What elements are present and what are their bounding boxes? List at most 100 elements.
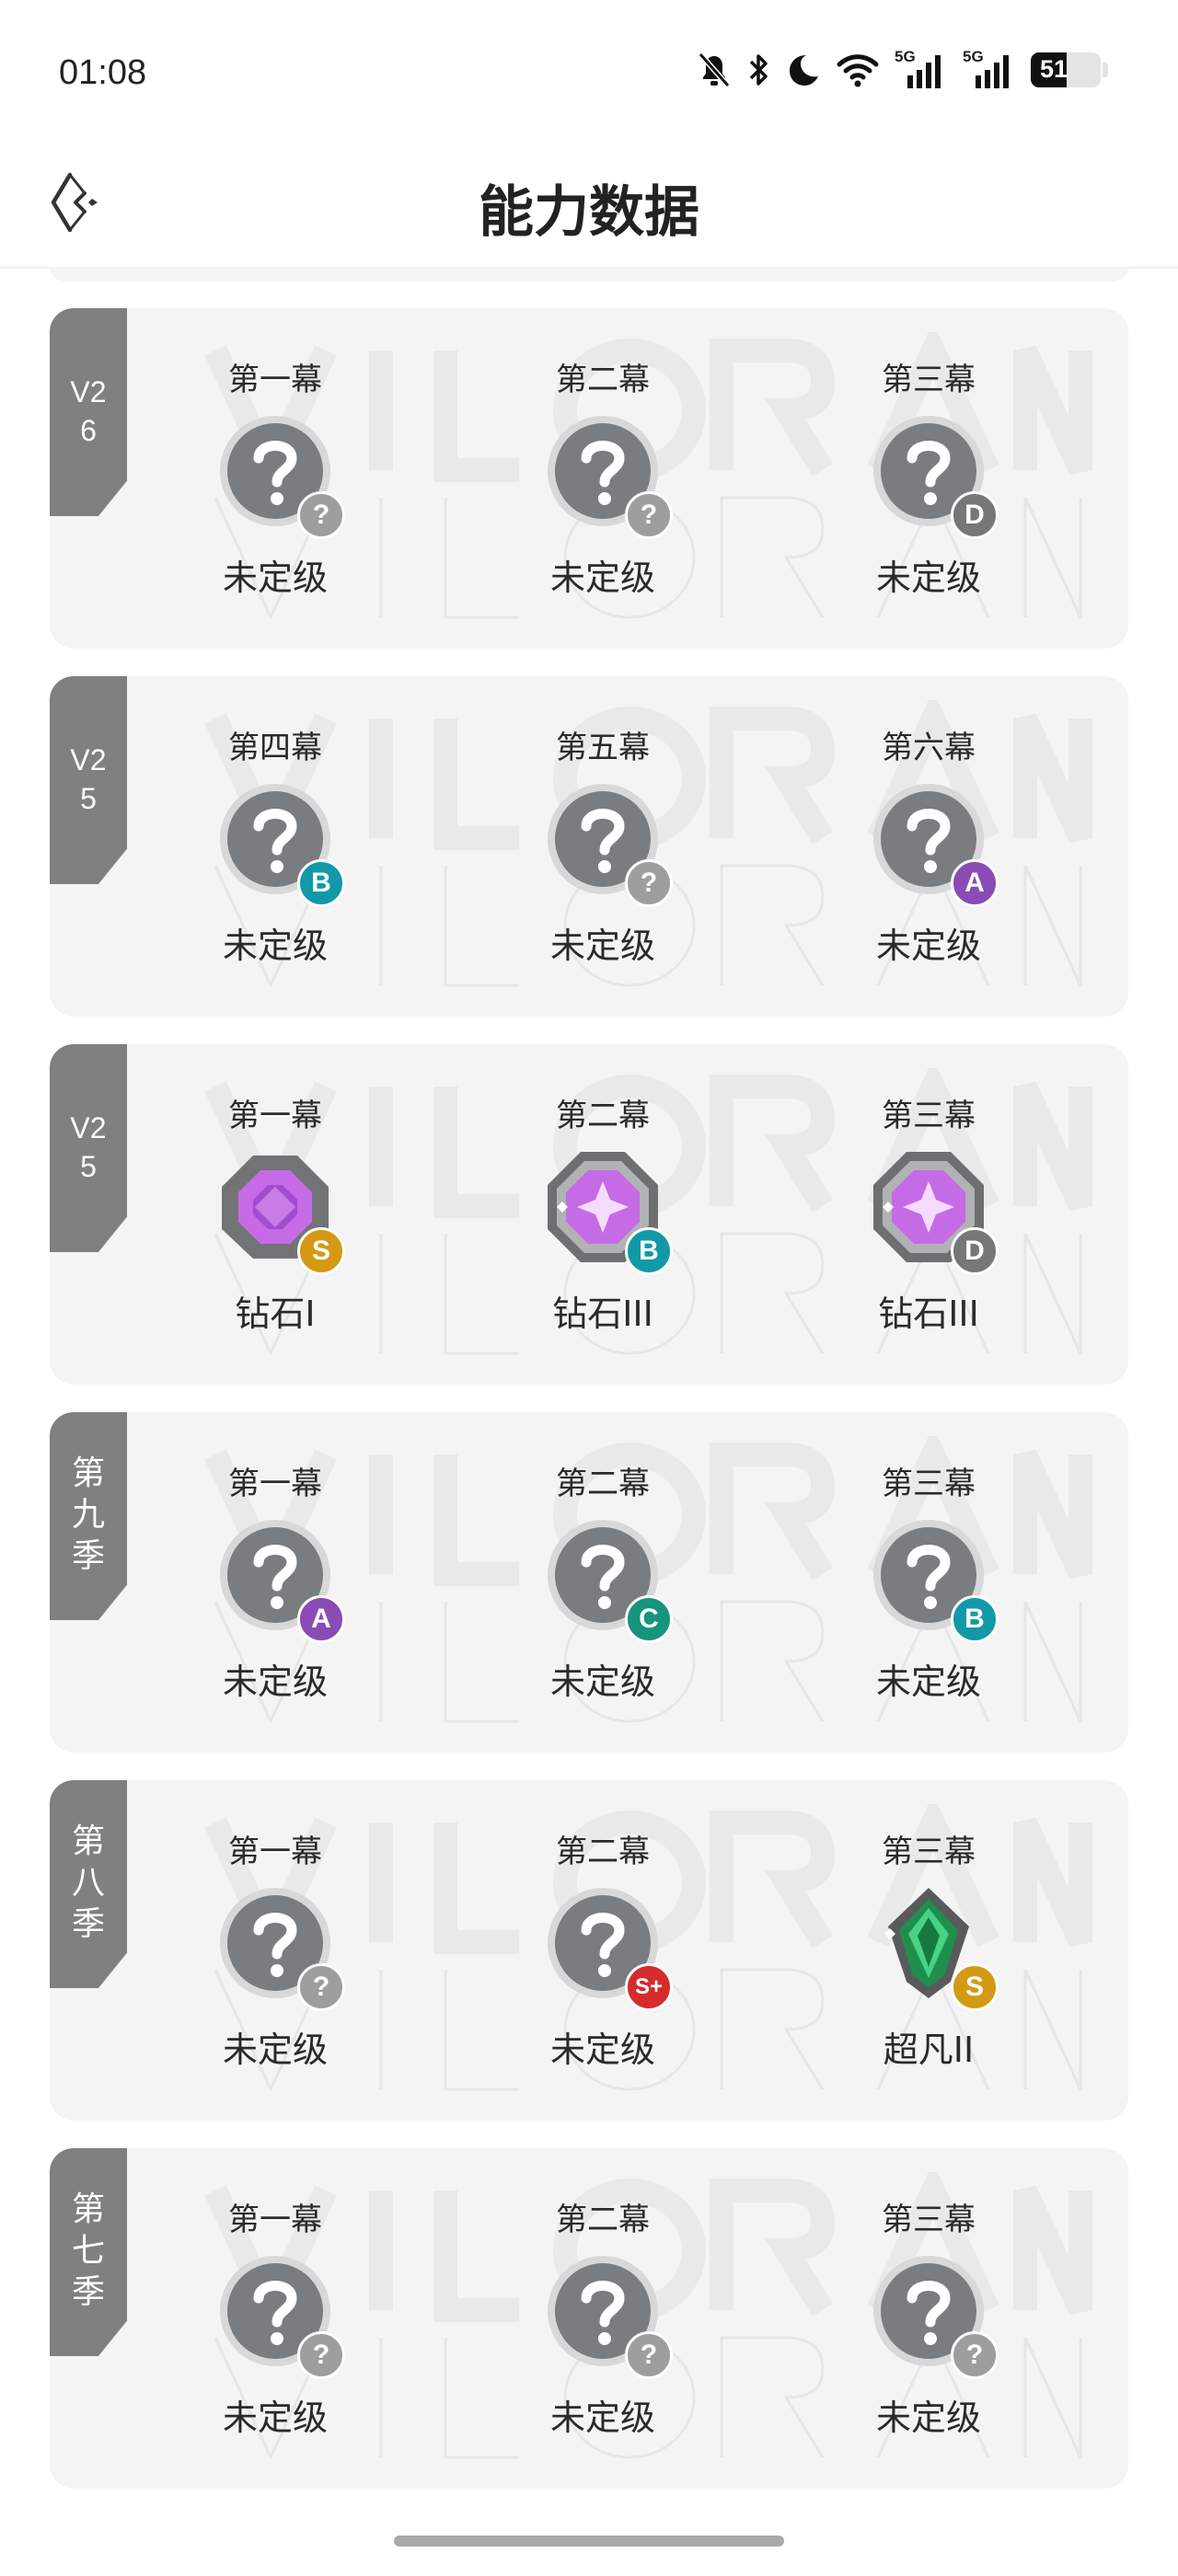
act-item[interactable]: 第五幕? 未定级 bbox=[488, 676, 718, 1017]
act-item[interactable]: 第二幕? 未定级 bbox=[488, 2148, 718, 2489]
rank-emblem: ? bbox=[218, 1886, 345, 2011]
act-item[interactable]: 第一幕? 未定级 bbox=[160, 308, 390, 649]
rank-name: 未定级 bbox=[222, 558, 328, 598]
rank-emblem: A bbox=[872, 782, 999, 907]
act-row: 第四幕 B 未定级 第五幕? 未定级 第六幕 A 未定级 bbox=[160, 676, 1128, 1017]
act-item[interactable]: 第一幕 S 钻石I bbox=[160, 1044, 390, 1385]
act-item[interactable]: 第一幕 A 未定级 bbox=[160, 1412, 390, 1753]
grade-badge: ? bbox=[297, 2331, 345, 2379]
act-name: 第三幕 bbox=[882, 1466, 976, 1502]
act-name: 第五幕 bbox=[556, 730, 650, 766]
rank-name: 未定级 bbox=[875, 926, 981, 966]
status-icons: 5G 5G 51 bbox=[696, 48, 1108, 90]
grade-badge: S+ bbox=[625, 1963, 673, 2011]
grade-badge: C bbox=[625, 1595, 673, 1643]
act-name: 第三幕 bbox=[882, 1098, 976, 1134]
rank-name: 钻石III bbox=[552, 1294, 653, 1334]
battery-level: 51 bbox=[1040, 55, 1068, 83]
act-item[interactable]: 第四幕 B 未定级 bbox=[160, 676, 390, 1017]
grade-badge: ? bbox=[297, 491, 345, 539]
rank-emblem: S bbox=[218, 1150, 345, 1275]
rank-emblem: A bbox=[218, 1518, 345, 1643]
act-name: 第一幕 bbox=[228, 1466, 322, 1502]
rank-emblem: S bbox=[872, 1886, 999, 2011]
act-item[interactable]: 第三幕 S 超凡II bbox=[814, 1780, 1044, 2121]
grade-badge: A bbox=[951, 859, 999, 907]
rank-emblem: S+ bbox=[546, 1886, 673, 2011]
rank-emblem: ? bbox=[218, 2254, 345, 2379]
season-card[interactable]: V2 5 第四幕 B 未定级 第五幕? 未定级 第六幕 A 未定级 bbox=[50, 676, 1128, 1017]
grade-badge: ? bbox=[297, 1963, 345, 2011]
rank-name: 未定级 bbox=[549, 1662, 655, 1702]
rank-name: 未定级 bbox=[875, 1662, 981, 1702]
bluetooth-icon bbox=[749, 54, 768, 86]
grade-badge: A bbox=[297, 1595, 345, 1643]
act-row: 第一幕? 未定级 第二幕? 未定级 第三幕 D 未定级 bbox=[160, 308, 1128, 649]
rank-name: 未定级 bbox=[875, 2398, 981, 2438]
season-tag: V2 5 bbox=[50, 1044, 127, 1252]
act-name: 第一幕 bbox=[228, 1098, 322, 1134]
grade-badge: S bbox=[297, 1227, 345, 1275]
season-tag: 第九季 bbox=[50, 1412, 127, 1620]
act-item[interactable]: 第二幕? 未定级 bbox=[488, 308, 718, 649]
act-name: 第一幕 bbox=[228, 1834, 322, 1870]
grade-badge: ? bbox=[625, 491, 673, 539]
act-name: 第二幕 bbox=[556, 362, 650, 398]
rank-emblem: ? bbox=[546, 414, 673, 539]
act-name: 第六幕 bbox=[882, 730, 976, 766]
rank-name: 未定级 bbox=[549, 2030, 655, 2070]
act-name: 第三幕 bbox=[882, 1834, 976, 1870]
rank-emblem: C bbox=[546, 1518, 673, 1643]
battery-icon: 51 bbox=[1031, 52, 1101, 87]
previous-card-edge bbox=[50, 267, 1128, 282]
act-item[interactable]: 第三幕 B 未定级 bbox=[814, 1412, 1044, 1753]
act-item[interactable]: 第三幕 D 钻石III bbox=[814, 1044, 1044, 1385]
signal-bars-icon bbox=[907, 55, 941, 88]
season-card[interactable]: V2 6 第一幕? 未定级 第二幕? 未定级 第三幕 D 未定级 bbox=[50, 308, 1128, 649]
signal-1: 5G bbox=[895, 48, 948, 90]
act-item[interactable]: 第二幕 B 钻石III bbox=[488, 1044, 718, 1385]
grade-badge: ? bbox=[951, 2331, 999, 2379]
act-item[interactable]: 第六幕 A 未定级 bbox=[814, 676, 1044, 1017]
rank-emblem: B bbox=[872, 1518, 999, 1643]
rank-name: 未定级 bbox=[222, 2030, 328, 2070]
grade-badge: D bbox=[951, 491, 999, 539]
season-tag-label: 第八季 bbox=[71, 1823, 105, 1943]
rank-name: 未定级 bbox=[549, 926, 655, 966]
act-name: 第三幕 bbox=[882, 2202, 976, 2238]
season-tag: V2 6 bbox=[50, 308, 127, 516]
grade-badge: ? bbox=[625, 859, 673, 907]
season-tag: 第七季 bbox=[50, 2148, 127, 2356]
act-item[interactable]: 第三幕 D 未定级 bbox=[814, 308, 1044, 649]
grade-badge: ? bbox=[625, 2331, 673, 2379]
act-name: 第一幕 bbox=[228, 2202, 322, 2238]
act-item[interactable]: 第一幕? 未定级 bbox=[160, 1780, 390, 2121]
home-indicator[interactable] bbox=[394, 2536, 784, 2547]
page-title: 能力数据 bbox=[479, 180, 699, 245]
season-tag: 第八季 bbox=[50, 1780, 127, 1988]
act-name: 第二幕 bbox=[556, 1466, 650, 1502]
rank-emblem: ? bbox=[872, 2254, 999, 2379]
mute-bell-icon bbox=[698, 52, 731, 87]
season-tag: V2 5 bbox=[50, 676, 127, 884]
season-card[interactable]: 第七季 第一幕? 未定级 第二幕? 未定级 第三幕? 未定级 bbox=[50, 2148, 1128, 2489]
season-card[interactable]: V2 5 第一幕 S 钻石I 第二幕 B 钻石III 第三幕 D 钻石III bbox=[50, 1044, 1128, 1385]
app-header: 能力数据 bbox=[0, 138, 1178, 269]
act-name: 第一幕 bbox=[228, 362, 322, 398]
season-tag-label: 第九季 bbox=[71, 1455, 105, 1575]
season-card[interactable]: 第八季 第一幕? 未定级 第二幕 S+ 未定级 第三幕 S 超凡II bbox=[50, 1780, 1128, 2121]
act-item[interactable]: 第一幕? 未定级 bbox=[160, 2148, 390, 2489]
rank-emblem: D bbox=[872, 414, 999, 539]
season-card[interactable]: 第九季 第一幕 A 未定级 第二幕 C 未定级 第三幕 B 未定级 bbox=[50, 1412, 1128, 1753]
rank-name: 未定级 bbox=[875, 558, 981, 598]
status-time: 01:08 bbox=[59, 53, 147, 92]
act-name: 第四幕 bbox=[228, 730, 322, 766]
moon-icon bbox=[790, 55, 818, 86]
act-item[interactable]: 第二幕 S+ 未定级 bbox=[488, 1780, 718, 2121]
signal-bars-icon bbox=[976, 55, 1009, 88]
act-item[interactable]: 第三幕? 未定级 bbox=[814, 2148, 1044, 2489]
act-item[interactable]: 第二幕 C 未定级 bbox=[488, 1412, 718, 1753]
rank-name: 钻石III bbox=[878, 1294, 979, 1334]
act-name: 第三幕 bbox=[882, 362, 976, 398]
grade-badge: D bbox=[951, 1227, 999, 1275]
